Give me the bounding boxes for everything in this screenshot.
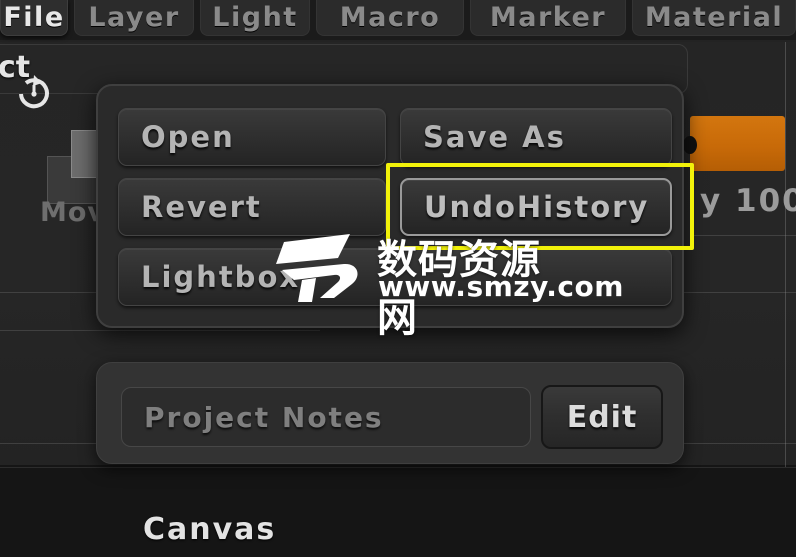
tab-file[interactable]: File: [0, 0, 68, 36]
divider-horizontal-shelf: [0, 467, 796, 468]
opacity-slider-knob[interactable]: [683, 136, 697, 154]
menu-tab-bar: File Layer Light Macro Marker Material: [0, 0, 796, 40]
project-notes-panel: Project Notes Edit: [96, 362, 684, 464]
tab-material[interactable]: Material: [632, 0, 796, 36]
menu-item-revert[interactable]: Revert: [118, 178, 386, 236]
zbrush-window: ct Move y 100 File Layer Light Macro Mar…: [0, 0, 796, 557]
tab-marker[interactable]: Marker: [470, 0, 626, 36]
divider-vertical-right: [785, 42, 786, 467]
divider-horizontal-4: [690, 235, 796, 236]
tab-layer[interactable]: Layer: [74, 0, 194, 36]
menu-item-undo-history[interactable]: UndoHistory: [400, 178, 672, 236]
opacity-slider[interactable]: [690, 116, 785, 171]
tab-macro[interactable]: Macro: [316, 0, 464, 36]
lower-shelf: [0, 465, 796, 557]
canvas-label: Canvas: [143, 512, 277, 547]
file-menu-panel: Open Save As Revert UndoHistory Lightbox: [96, 84, 684, 328]
rotate-reset-icon[interactable]: [14, 72, 54, 112]
project-notes-edit-button[interactable]: Edit: [541, 385, 663, 449]
divider-horizontal-2: [0, 330, 320, 331]
tab-light[interactable]: Light: [200, 0, 310, 36]
menu-item-open[interactable]: Open: [118, 108, 386, 166]
project-notes-field[interactable]: Project Notes: [121, 387, 531, 447]
opacity-value-label: y 100: [700, 183, 796, 219]
menu-item-lightbox[interactable]: Lightbox: [118, 248, 672, 306]
menu-item-save-as[interactable]: Save As: [400, 108, 672, 166]
